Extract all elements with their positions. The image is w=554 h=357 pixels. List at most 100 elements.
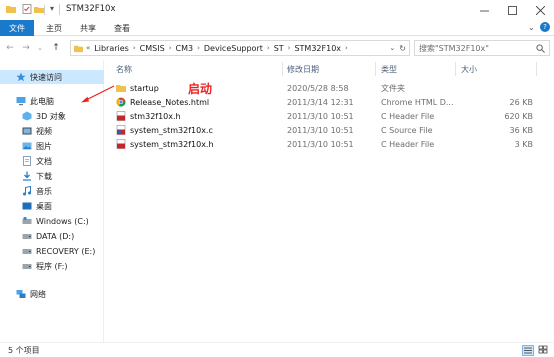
desktop-icon xyxy=(22,202,32,210)
file-name: startup xyxy=(130,83,159,93)
sidebar-item-drive-f[interactable]: 程序 (F:) xyxy=(0,259,104,273)
column-header-size[interactable]: 大小 xyxy=(461,62,477,76)
tab-home[interactable]: 主页 xyxy=(46,20,62,36)
sidebar-item-3d-objects[interactable]: 3D 对象 xyxy=(0,109,104,123)
details-view-button[interactable] xyxy=(522,345,534,356)
file-row[interactable]: stm32f10x.h 2011/3/10 10:51 C Header Fil… xyxy=(112,109,552,123)
search-icon[interactable] xyxy=(536,43,545,53)
ribbon-tabs: 文件 主页 共享 查看 ⌄ ? xyxy=(0,20,554,36)
file-size: 26 KB xyxy=(509,97,533,107)
forward-button[interactable]: → xyxy=(20,42,32,54)
new-folder-icon[interactable] xyxy=(34,4,44,14)
column-header-name[interactable]: 名称 xyxy=(116,62,132,76)
chevron-right-icon[interactable]: › xyxy=(267,44,270,52)
file-size: 620 KB xyxy=(504,111,533,121)
recent-locations-icon[interactable]: ⌄ xyxy=(34,42,46,54)
column-divider[interactable] xyxy=(282,62,283,76)
address-bar[interactable]: « Libraries › CMSIS › CM3 › DeviceSupport › … xyxy=(70,40,410,56)
file-name: stm32f10x.h xyxy=(130,111,181,121)
drive-icon xyxy=(22,217,32,224)
sidebar-item-label: 音乐 xyxy=(36,186,52,196)
sidebar-item-drive-d[interactable]: DATA (D:) xyxy=(0,229,104,243)
file-size xyxy=(461,81,533,95)
file-row[interactable]: Release_Notes.html 2011/3/14 12:31 Chrom… xyxy=(112,95,552,109)
sidebar-item-music[interactable]: 音乐 xyxy=(0,184,104,198)
file-name: Release_Notes.html xyxy=(130,97,210,107)
header-file-icon xyxy=(116,111,126,121)
back-button[interactable]: ← xyxy=(4,42,16,54)
address-dropdown-icon[interactable]: ⌄ xyxy=(389,44,395,52)
network-icon xyxy=(16,290,26,298)
search-input[interactable]: 搜索"STM32F10x" xyxy=(414,40,550,56)
crumb-cmsis[interactable]: CMSIS xyxy=(140,44,165,53)
sidebar-item-label: 图片 xyxy=(36,141,52,151)
close-button[interactable] xyxy=(526,0,554,20)
refresh-icon[interactable]: ↻ xyxy=(399,44,406,53)
download-icon xyxy=(23,171,31,181)
file-name-cell: Release_Notes.html xyxy=(116,95,209,109)
sidebar-item-label: RECOVERY (E:) xyxy=(36,246,96,256)
maximize-button[interactable] xyxy=(498,0,526,20)
header-file-icon xyxy=(116,139,126,149)
crumb-overflow-icon[interactable]: « xyxy=(86,44,90,52)
sidebar-item-drive-c[interactable]: Windows (C:) xyxy=(0,214,104,228)
document-icon xyxy=(23,156,31,166)
sidebar-item-label: Windows (C:) xyxy=(36,216,89,226)
file-row[interactable]: system_stm32f10x.h 2011/3/10 10:51 C Hea… xyxy=(112,137,552,151)
chevron-right-icon[interactable]: › xyxy=(288,44,291,52)
file-name-cell: stm32f10x.h xyxy=(116,109,181,123)
picture-icon xyxy=(22,142,32,150)
tab-file[interactable]: 文件 xyxy=(0,20,34,36)
crumb-libraries[interactable]: Libraries xyxy=(94,44,129,53)
properties-icon[interactable] xyxy=(22,4,32,14)
file-type: C Header File xyxy=(381,111,435,121)
column-divider[interactable] xyxy=(455,62,456,76)
customize-toolbar-icon[interactable]: ▾ xyxy=(50,4,54,13)
file-size: 36 KB xyxy=(509,125,533,135)
up-button[interactable]: ↑ xyxy=(50,42,62,54)
annotation-label: 启动 xyxy=(188,82,213,96)
drive-icon xyxy=(22,264,32,269)
chevron-right-icon[interactable]: › xyxy=(197,44,200,52)
column-header-date[interactable]: 修改日期 xyxy=(287,62,319,76)
large-icons-view-button[interactable] xyxy=(538,345,550,356)
file-type: Chrome HTML D... xyxy=(381,97,454,107)
help-icon[interactable]: ? xyxy=(540,22,550,32)
chevron-right-icon[interactable]: › xyxy=(169,44,172,52)
sidebar-item-videos[interactable]: 视频 xyxy=(0,124,104,138)
chevron-right-icon[interactable]: › xyxy=(133,44,136,52)
sidebar-item-downloads[interactable]: 下载 xyxy=(0,169,104,183)
file-type: C Header File xyxy=(381,139,435,149)
drive-icon xyxy=(22,249,32,254)
column-divider[interactable] xyxy=(536,62,537,76)
expand-ribbon-icon[interactable]: ⌄ xyxy=(528,23,535,32)
sidebar-item-documents[interactable]: 文档 xyxy=(0,154,104,168)
item-count: 5 个项目 xyxy=(8,346,40,355)
column-header-type[interactable]: 类型 xyxy=(381,62,397,76)
sidebar-item-pictures[interactable]: 图片 xyxy=(0,139,104,153)
drive-icon xyxy=(22,234,32,239)
sidebar-item-label: 桌面 xyxy=(36,201,52,211)
crumb-cm3[interactable]: CM3 xyxy=(176,44,194,53)
file-type: 文件夹 xyxy=(381,83,405,93)
computer-icon xyxy=(16,97,26,106)
source-file-icon xyxy=(116,125,126,135)
sidebar-item-label: DATA (D:) xyxy=(36,231,75,241)
chevron-right-icon[interactable]: › xyxy=(345,44,348,52)
sidebar-item-desktop[interactable]: 桌面 xyxy=(0,199,104,213)
crumb-st[interactable]: ST xyxy=(274,44,284,53)
large-icons-view-icon xyxy=(538,345,548,354)
tab-view[interactable]: 查看 xyxy=(114,20,130,36)
file-name: system_stm32f10x.h xyxy=(130,139,214,149)
crumb-devicesupport[interactable]: DeviceSupport xyxy=(204,44,263,53)
column-headers: 名称 修改日期 类型 大小 xyxy=(112,62,552,76)
column-divider[interactable] xyxy=(375,62,376,76)
file-row[interactable]: startup 2020/5/28 8:58 文件夹 xyxy=(112,81,552,95)
file-row[interactable]: system_stm32f10x.c 2011/3/10 10:51 C Sou… xyxy=(112,123,552,137)
minimize-button[interactable] xyxy=(470,0,498,20)
sidebar-item-network[interactable]: 网络 xyxy=(0,287,104,301)
sidebar-item-label: 文档 xyxy=(36,156,52,166)
tab-share[interactable]: 共享 xyxy=(80,20,96,36)
sidebar-item-drive-e[interactable]: RECOVERY (E:) xyxy=(0,244,104,258)
crumb-stm32f10x[interactable]: STM32F10x xyxy=(294,44,341,53)
